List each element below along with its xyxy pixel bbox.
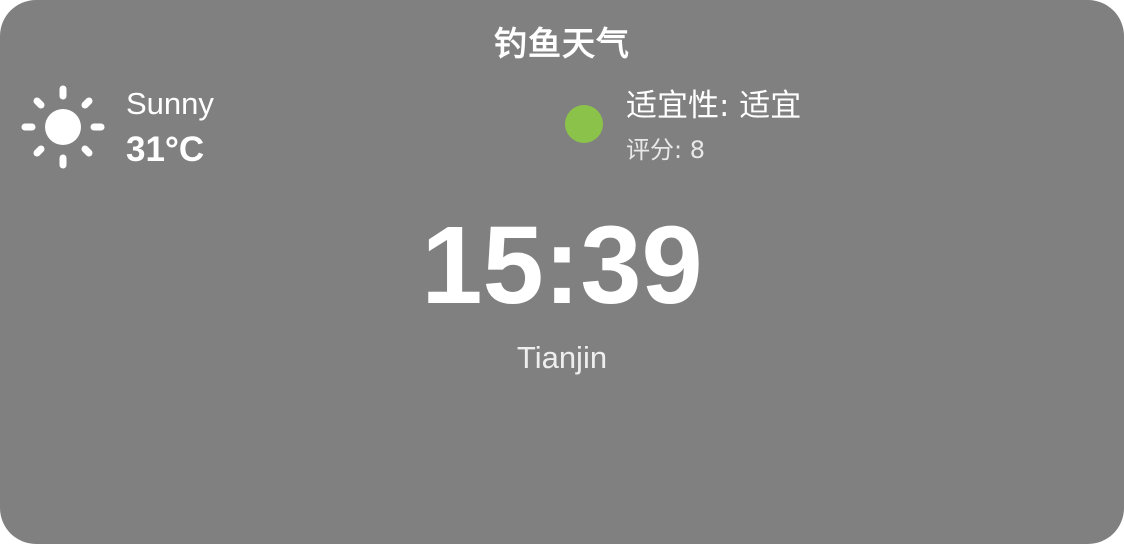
weather-condition: Sunny	[126, 86, 214, 121]
suitability-status-dot	[565, 105, 603, 143]
temperature-value: 31°C	[126, 130, 205, 169]
fishing-suitability: 适宜性: 适宜	[626, 88, 802, 124]
widget-title: 钓鱼天气	[494, 24, 630, 63]
fishing-weather-widget: 钓鱼天气 Sunny 31°C 适宜性: 适宜 评分: 8 15:39 Tian…	[0, 0, 1124, 544]
city-name: Tianjin	[516, 340, 608, 375]
fishing-score: 评分: 8	[626, 136, 705, 164]
clock-time: 15:39	[421, 204, 703, 327]
sun-icon	[20, 84, 106, 170]
